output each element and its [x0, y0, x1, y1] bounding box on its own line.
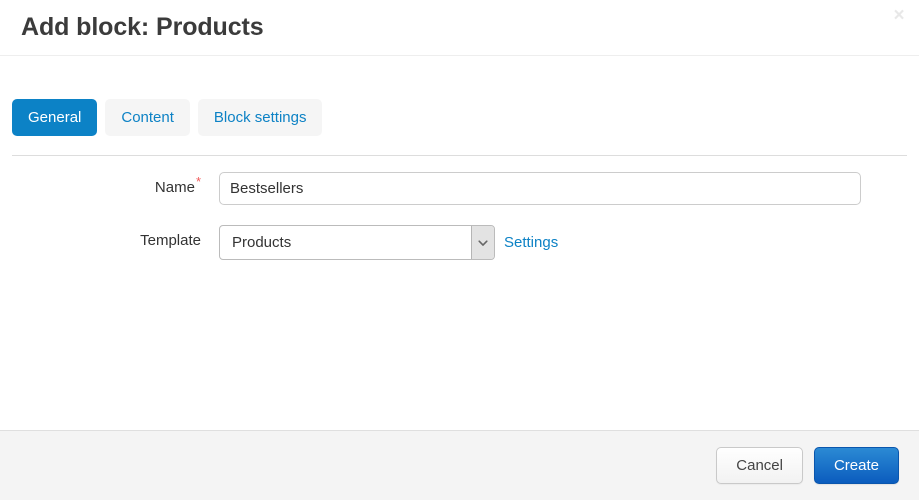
- cancel-button[interactable]: Cancel: [716, 447, 803, 484]
- dialog-footer: Cancel Create: [0, 430, 919, 500]
- general-tab-form: Name* Template Products: [0, 156, 919, 260]
- tab-general[interactable]: General: [12, 99, 98, 136]
- name-field-label: Name*: [0, 172, 219, 204]
- tab-general-label: General: [28, 109, 82, 126]
- template-settings-link[interactable]: Settings: [504, 225, 558, 260]
- tab-block-settings-label: Block settings: [213, 109, 307, 126]
- create-button[interactable]: Create: [813, 447, 899, 484]
- tab-content[interactable]: Content: [105, 99, 190, 136]
- template-select-wrap: Products Settings: [219, 225, 558, 260]
- name-input[interactable]: [219, 172, 861, 205]
- add-block-dialog: Add block: Products × General Content Bl…: [0, 0, 919, 500]
- form-row-template: Template Products Settings: [0, 225, 919, 260]
- form-row-name: Name*: [0, 172, 919, 205]
- dialog-header: Add block: Products ×: [0, 0, 919, 56]
- tab-block-settings[interactable]: Block settings: [197, 99, 323, 136]
- chevron-down-icon[interactable]: [471, 226, 494, 259]
- template-label-text: Template: [140, 232, 201, 249]
- template-select[interactable]: Products: [219, 225, 495, 260]
- close-icon[interactable]: ×: [889, 6, 909, 26]
- dialog-body: General Content Block settings Name* Tem…: [0, 56, 919, 430]
- template-field-label: Template: [0, 225, 219, 257]
- required-asterisk: *: [195, 174, 201, 189]
- tab-bar: General Content Block settings: [0, 56, 919, 136]
- tab-content-label: Content: [121, 109, 174, 126]
- name-label-text: Name: [154, 179, 195, 196]
- template-select-value: Products: [232, 234, 292, 251]
- page-title: Add block: Products: [21, 13, 264, 41]
